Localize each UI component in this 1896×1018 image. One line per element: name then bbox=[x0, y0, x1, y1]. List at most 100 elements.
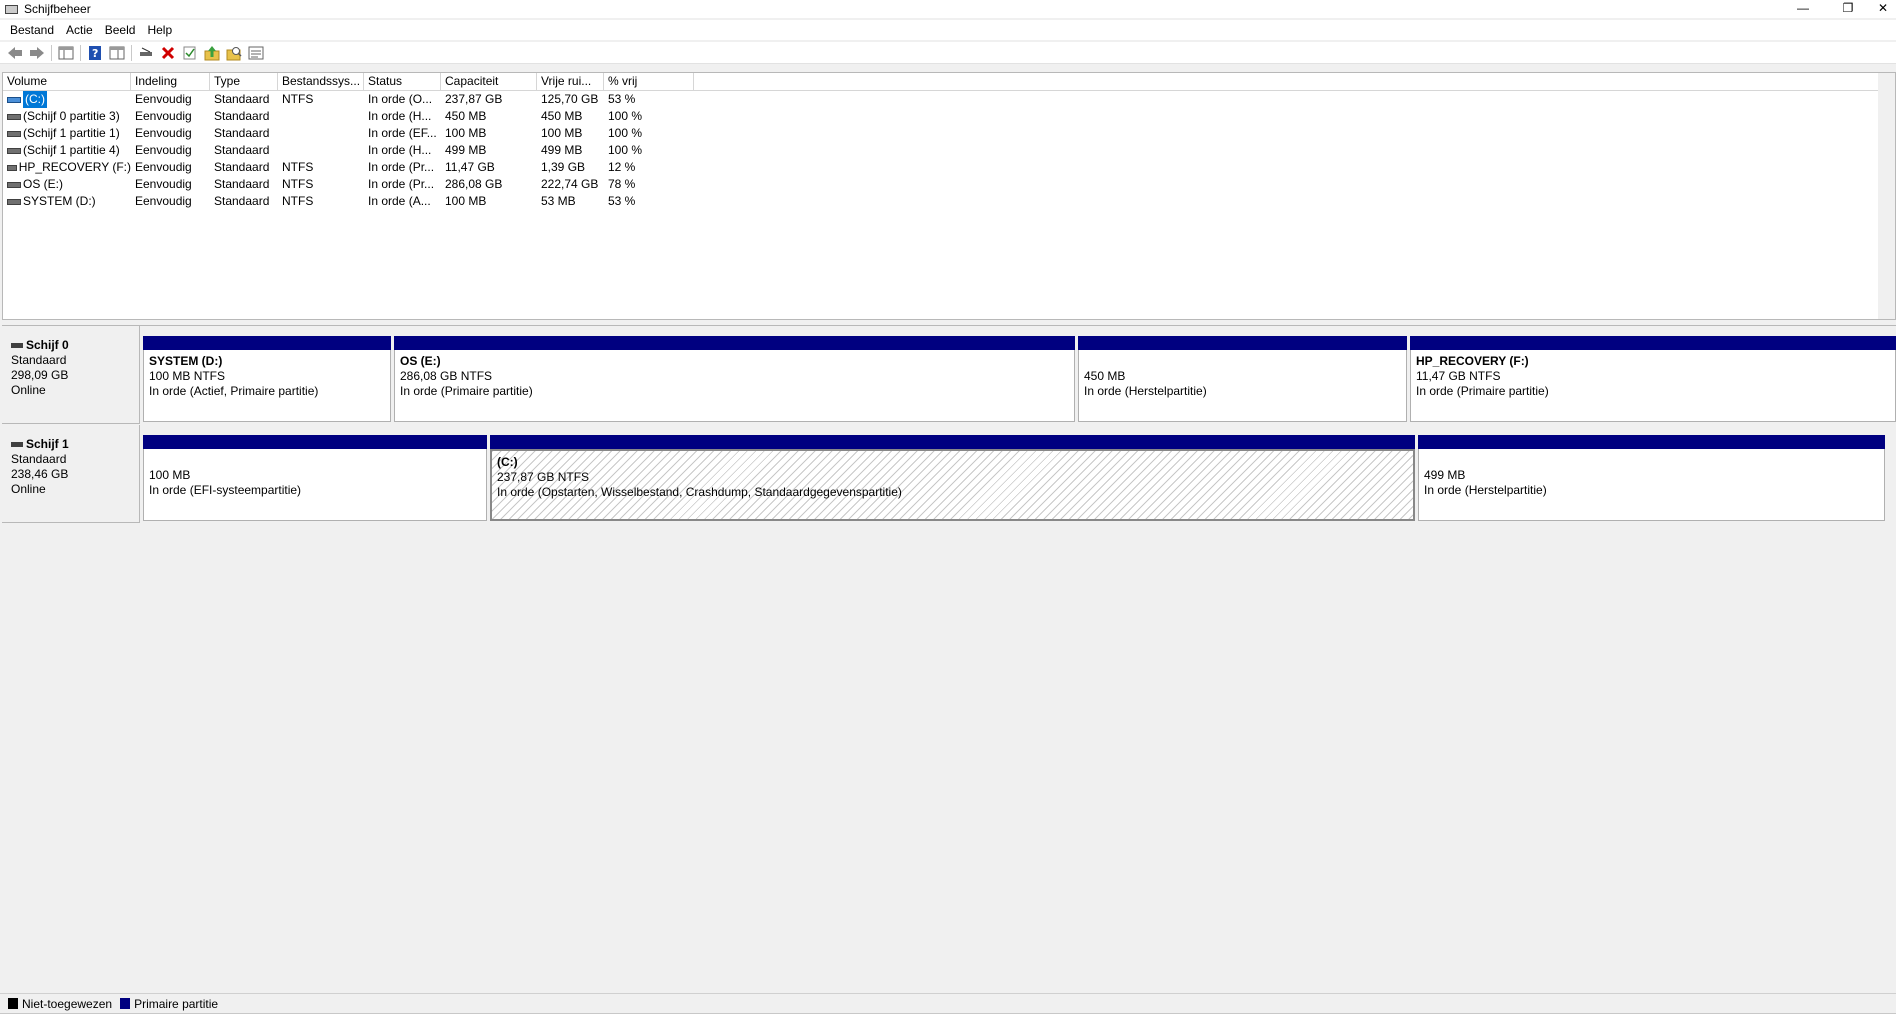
column-header-volume[interactable]: Volume bbox=[3, 73, 131, 90]
capacity-cell: 11,47 GB bbox=[445, 160, 495, 174]
status-cell: In orde (Pr... bbox=[368, 160, 435, 174]
primary-partition-bar bbox=[1410, 336, 1896, 350]
partition-status: In orde (Opstarten, Wisselbestand, Crash… bbox=[497, 485, 902, 499]
table-row[interactable]: (C:) Eenvoudig Standaard NTFS In orde (O… bbox=[3, 91, 1895, 108]
table-row[interactable]: (Schijf 1 partitie 4) Eenvoudig Standaar… bbox=[3, 142, 1895, 159]
primary-partition-bar bbox=[143, 336, 391, 350]
capacity-cell: 237,87 GB bbox=[445, 92, 503, 106]
toolbar: ? bbox=[0, 42, 1896, 64]
drive-icon bbox=[7, 96, 21, 103]
menu-actie[interactable]: Actie bbox=[60, 20, 99, 40]
disk-type: Standaard bbox=[11, 452, 67, 466]
status-cell: In orde (H... bbox=[368, 143, 432, 157]
vertical-scrollbar[interactable] bbox=[1878, 73, 1895, 319]
volume-name: (Schijf 0 partitie 3) bbox=[23, 109, 120, 123]
volume-cell: (Schijf 0 partitie 3) bbox=[3, 108, 131, 125]
legend-label: Niet-toegewezen bbox=[22, 996, 113, 1011]
partition-name: OS (E:) bbox=[400, 354, 441, 368]
status-cell: In orde (A... bbox=[368, 194, 431, 208]
partition-size: 499 MB bbox=[1424, 468, 1466, 482]
status-cell: In orde (Pr... bbox=[368, 177, 435, 191]
close-button[interactable]: ✕ bbox=[1870, 0, 1896, 18]
column-header-status[interactable]: Status bbox=[364, 73, 441, 90]
back-arrow-icon[interactable] bbox=[4, 43, 26, 63]
forward-arrow-icon[interactable] bbox=[26, 43, 48, 63]
folder-up-icon[interactable] bbox=[201, 43, 223, 63]
column-header-type[interactable]: Type bbox=[210, 73, 278, 90]
restore-button[interactable]: ❐ bbox=[1833, 0, 1863, 18]
type-cell: Standaard bbox=[214, 194, 270, 208]
status-bar bbox=[0, 1013, 1896, 1018]
primary-partition-bar bbox=[1078, 336, 1407, 350]
partition-recovery-450mb[interactable]: 450 MB In orde (Herstelpartitie) bbox=[1078, 336, 1407, 422]
partition-c-selected[interactable]: (C:) 237,87 GB NTFS In orde (Opstarten, … bbox=[490, 435, 1415, 521]
drive-icon bbox=[7, 147, 21, 154]
partition-body: SYSTEM (D:) 100 MB NTFS In orde (Actief,… bbox=[143, 350, 391, 422]
disk-info-schijf-1[interactable]: Schijf 1 Standaard 238,46 GB Online bbox=[2, 425, 140, 523]
partition-hp-recovery-f[interactable]: HP_RECOVERY (F:) 11,47 GB NTFS In orde (… bbox=[1410, 336, 1896, 422]
disk-size: 298,09 GB bbox=[11, 368, 69, 382]
table-row[interactable]: SYSTEM (D:) Eenvoudig Standaard NTFS In … bbox=[3, 193, 1895, 210]
primary-partition-bar bbox=[394, 336, 1075, 350]
console-tree-icon[interactable] bbox=[55, 43, 77, 63]
volume-cell: (Schijf 1 partitie 4) bbox=[3, 142, 131, 159]
table-row[interactable]: HP_RECOVERY (F:) Eenvoudig Standaard NTF… bbox=[3, 159, 1895, 176]
column-header-capaciteit[interactable]: Capaciteit bbox=[441, 73, 537, 90]
indeling-cell: Eenvoudig bbox=[135, 143, 192, 157]
partition-size: 100 MB NTFS bbox=[149, 369, 226, 383]
volume-list-header: Volume Indeling Type Bestandssys... Stat… bbox=[3, 73, 1895, 91]
legend-label: Primaire partitie bbox=[134, 996, 219, 1011]
legend-swatch-primary bbox=[120, 998, 131, 1009]
status-cell: In orde (O... bbox=[368, 92, 433, 106]
legend-item-primary: Primaire partitie bbox=[120, 997, 218, 1011]
partition-os-e[interactable]: OS (E:) 286,08 GB NTFS In orde (Primaire… bbox=[394, 336, 1075, 422]
drive-icon bbox=[7, 130, 21, 137]
minimize-button[interactable]: — bbox=[1788, 0, 1818, 18]
check-icon[interactable] bbox=[179, 43, 201, 63]
percent-free-cell: 12 % bbox=[608, 160, 636, 174]
partition-body: 450 MB In orde (Herstelpartitie) bbox=[1078, 350, 1407, 422]
connect-icon[interactable] bbox=[135, 43, 157, 63]
table-row[interactable]: (Schijf 0 partitie 3) Eenvoudig Standaar… bbox=[3, 108, 1895, 125]
capacity-cell: 286,08 GB bbox=[445, 177, 503, 191]
drive-icon bbox=[7, 198, 21, 205]
properties-view-icon[interactable] bbox=[106, 43, 128, 63]
legend-item-unallocated: Niet-toegewezen bbox=[8, 997, 112, 1011]
capacity-cell: 100 MB bbox=[445, 126, 487, 140]
percent-free-cell: 100 % bbox=[608, 109, 643, 123]
disk-type: Standaard bbox=[11, 353, 67, 367]
table-row[interactable]: OS (E:) Eenvoudig Standaard NTFS In orde… bbox=[3, 176, 1895, 193]
list-view-icon[interactable] bbox=[245, 43, 267, 63]
drive-icon bbox=[7, 181, 21, 188]
delete-icon[interactable] bbox=[157, 43, 179, 63]
menu-help[interactable]: Help bbox=[141, 20, 178, 40]
partition-recovery-499mb[interactable]: 499 MB In orde (Herstelpartitie) bbox=[1418, 435, 1885, 521]
disk-row-schijf-1: Schijf 1 Standaard 238,46 GB Online 100 … bbox=[2, 425, 1896, 523]
partition-system-d[interactable]: SYSTEM (D:) 100 MB NTFS In orde (Actief,… bbox=[143, 336, 391, 422]
column-header-percent-vrij[interactable]: % vrij bbox=[604, 73, 694, 90]
filesystem-cell: NTFS bbox=[282, 194, 314, 208]
column-header-vrije-ruimte[interactable]: Vrije rui... bbox=[537, 73, 604, 90]
search-folder-icon[interactable] bbox=[223, 43, 245, 63]
column-header-bestandssysteem[interactable]: Bestandssys... bbox=[278, 73, 364, 90]
volume-cell: (C:) bbox=[3, 91, 131, 108]
partition-name: HP_RECOVERY (F:) bbox=[1416, 354, 1529, 368]
partition-status: In orde (Primaire partitie) bbox=[400, 384, 533, 398]
disk-info-schijf-0[interactable]: Schijf 0 Standaard 298,09 GB Online bbox=[2, 326, 140, 424]
percent-free-cell: 53 % bbox=[608, 194, 636, 208]
menu-beeld[interactable]: Beeld bbox=[99, 20, 142, 40]
volume-name: (Schijf 1 partitie 4) bbox=[23, 143, 120, 157]
partition-body: (C:) 237,87 GB NTFS In orde (Opstarten, … bbox=[490, 449, 1415, 521]
partition-name bbox=[149, 453, 486, 468]
primary-partition-bar bbox=[143, 435, 487, 449]
menu-bestand[interactable]: Bestand bbox=[4, 20, 60, 40]
indeling-cell: Eenvoudig bbox=[135, 177, 192, 191]
table-row[interactable]: (Schijf 1 partitie 1) Eenvoudig Standaar… bbox=[3, 125, 1895, 142]
type-cell: Standaard bbox=[214, 109, 270, 123]
column-header-indeling[interactable]: Indeling bbox=[131, 73, 210, 90]
window-title: Schijfbeheer bbox=[24, 2, 91, 16]
disk-state: Online bbox=[11, 383, 46, 397]
partition-status: In orde (Actief, Primaire partitie) bbox=[149, 384, 319, 398]
help-icon[interactable]: ? bbox=[84, 43, 106, 63]
partition-efi[interactable]: 100 MB In orde (EFI-systeempartitie) bbox=[143, 435, 487, 521]
